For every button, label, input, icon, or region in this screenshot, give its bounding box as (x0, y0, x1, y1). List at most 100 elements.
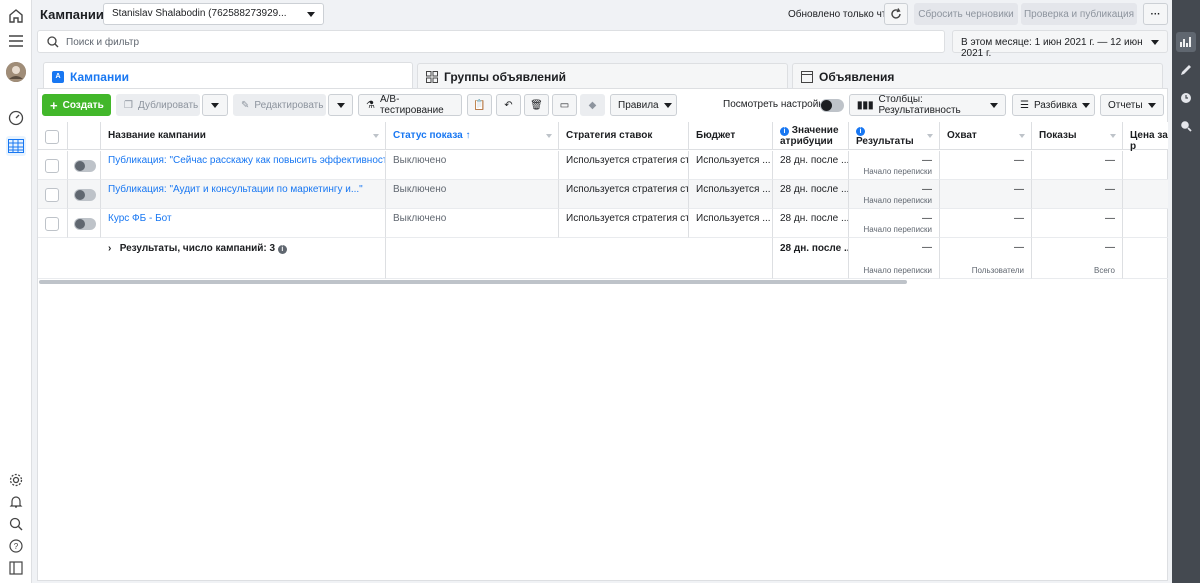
home-icon[interactable] (6, 6, 26, 26)
row-checkbox[interactable] (45, 159, 59, 173)
tag-button[interactable]: ◆ (580, 94, 605, 116)
clipboard-icon: 📋 (473, 99, 486, 111)
account-selector[interactable]: Stanislav Shalabodin (762588273929... (103, 3, 324, 25)
tab-campaigns[interactable]: A Кампании (43, 62, 413, 91)
col-reach[interactable]: Охват (940, 122, 1032, 150)
bell-icon[interactable] (6, 492, 26, 512)
campaign-toggle[interactable] (74, 218, 96, 230)
breakdown-button[interactable]: ☰ Разбивка (1012, 94, 1095, 116)
menu-icon[interactable] (6, 31, 26, 51)
avatar[interactable] (6, 62, 26, 82)
preview-button[interactable]: ▭ (552, 94, 577, 116)
select-all-checkbox[interactable] (45, 130, 59, 144)
reach: — (940, 151, 1032, 180)
search-icon (47, 36, 59, 48)
tab-ad-sets-label: Группы объявлений (444, 69, 566, 84)
attribution: 28 дн. после ... (773, 151, 849, 180)
date-range-label: В этом месяце: 1 июн 2021 г. — 12 июн 20… (961, 37, 1143, 59)
edit-dropdown-button[interactable] (328, 94, 353, 116)
results-value: — (922, 184, 932, 195)
search-filter-bar[interactable]: Поиск и фильтр (37, 30, 945, 53)
summary-impressions-value: — (1105, 242, 1115, 253)
chart-icon[interactable] (1176, 32, 1196, 52)
view-settings-toggle[interactable] (820, 99, 844, 112)
info-icon: i (277, 245, 287, 254)
summary-reach: — Пользователи (940, 238, 1032, 279)
settings-icon[interactable] (6, 470, 26, 490)
search-icon[interactable] (6, 514, 26, 534)
reach: — (940, 209, 1032, 238)
columns-button[interactable]: ▮▮▮ Столбцы: Результативность (849, 94, 1006, 116)
tab-ad-sets[interactable]: Группы объявлений (417, 63, 788, 89)
summary-reach-type: Пользователи (971, 266, 1024, 275)
col-cost-label: Цена за р (1130, 130, 1168, 152)
more-options-button[interactable]: ··· (1143, 3, 1168, 25)
campaign-name-link[interactable]: Публикация: "Сейчас расскажу как повысит… (101, 151, 386, 180)
chevron-down-icon (1082, 102, 1091, 108)
edit-button[interactable]: ✎ Редактировать (233, 94, 326, 116)
table-icon[interactable] (6, 136, 26, 156)
info-icon: i (780, 127, 789, 136)
panel-toggle-icon[interactable] (6, 558, 26, 578)
help-icon[interactable]: ? (6, 536, 26, 556)
cost-per-result (1123, 209, 1168, 238)
ab-test-button[interactable]: ⚗ A/B-тестирование (358, 94, 462, 116)
summary-results: — Начало переписки (849, 238, 940, 279)
refresh-button[interactable] (884, 3, 908, 25)
flask-icon: ⚗ (366, 99, 375, 111)
summary-label: Результаты, число кампаний: 3 (119, 243, 276, 254)
clock-icon[interactable] (1176, 88, 1196, 108)
pencil-icon[interactable] (1176, 60, 1196, 80)
zoom-search-icon[interactable] (1176, 116, 1196, 136)
col-impressions[interactable]: Показы (1032, 122, 1123, 150)
undo-button[interactable]: ↶ (496, 94, 521, 116)
row-checkbox[interactable] (45, 217, 59, 231)
col-cost-per-result[interactable]: Цена за р (1123, 122, 1168, 152)
campaign-toggle[interactable] (74, 189, 96, 201)
summary-empty (386, 238, 773, 279)
tab-ads[interactable]: Объявления (792, 63, 1163, 89)
duplicate-dropdown-button[interactable] (202, 94, 228, 116)
col-attribution[interactable]: i Значение атрибуции (773, 122, 849, 150)
duplicate-button[interactable]: ❐ Дублировать (116, 94, 200, 116)
summary-spacer (38, 238, 101, 279)
review-publish-button[interactable]: Проверка и публикация (1021, 3, 1137, 25)
clipboard-button[interactable]: 📋 (467, 94, 492, 116)
col-results[interactable]: i Результаты (849, 122, 940, 150)
col-delivery-status[interactable]: Статус показа ↑ (386, 122, 559, 150)
col-bid-strategy[interactable]: Стратегия ставок (559, 122, 689, 150)
date-range-picker[interactable]: В этом месяце: 1 июн 2021 г. — 12 июн 20… (952, 30, 1168, 59)
create-button[interactable]: + Создать (42, 94, 111, 116)
rules-label: Правила (618, 99, 659, 111)
discard-drafts-button[interactable]: Сбросить черновики (914, 3, 1018, 25)
sort-icon (1110, 134, 1116, 138)
col-budget[interactable]: Бюджет (689, 122, 773, 150)
search-placeholder: Поиск и фильтр (66, 37, 140, 48)
plus-icon: + (50, 97, 58, 113)
chevron-down-icon (990, 102, 998, 108)
col-campaign-name[interactable]: Название кампании (101, 122, 386, 150)
rules-button[interactable]: Правила (610, 94, 677, 116)
undo-icon: ↶ (504, 99, 513, 111)
summary-label-cell[interactable]: › Результаты, число кампаний: 3 i (101, 238, 386, 279)
delete-button[interactable]: 🗑 (524, 94, 549, 116)
columns-label: Столбцы: Результативность (878, 94, 961, 116)
budget: Используется ... (689, 151, 773, 180)
chevron-right-icon: › (108, 243, 112, 254)
delivery-status: Выключено (386, 180, 559, 209)
reports-button[interactable]: Отчеты (1100, 94, 1164, 116)
toggle-header (68, 122, 101, 150)
row-checkbox[interactable] (45, 188, 59, 202)
gauge-icon[interactable] (6, 108, 26, 128)
campaign-name-link[interactable]: Публикация: "Аудит и консультации по мар… (101, 180, 386, 209)
campaign-toggle[interactable] (74, 160, 96, 172)
campaign-name-link[interactable]: Курс ФБ - Бот (101, 209, 386, 238)
results-cell: — Начало переписки (849, 151, 940, 180)
horizontal-scrollbar[interactable] (39, 280, 907, 284)
row-toggle-cell (68, 209, 101, 238)
chevron-down-icon (336, 102, 345, 108)
col-reach-label: Охват (947, 130, 977, 141)
refresh-icon (891, 8, 901, 19)
top-bar: Кампании Stanislav Shalabodin (762588273… (33, 0, 1172, 30)
col-results-label: Результаты (856, 136, 914, 147)
